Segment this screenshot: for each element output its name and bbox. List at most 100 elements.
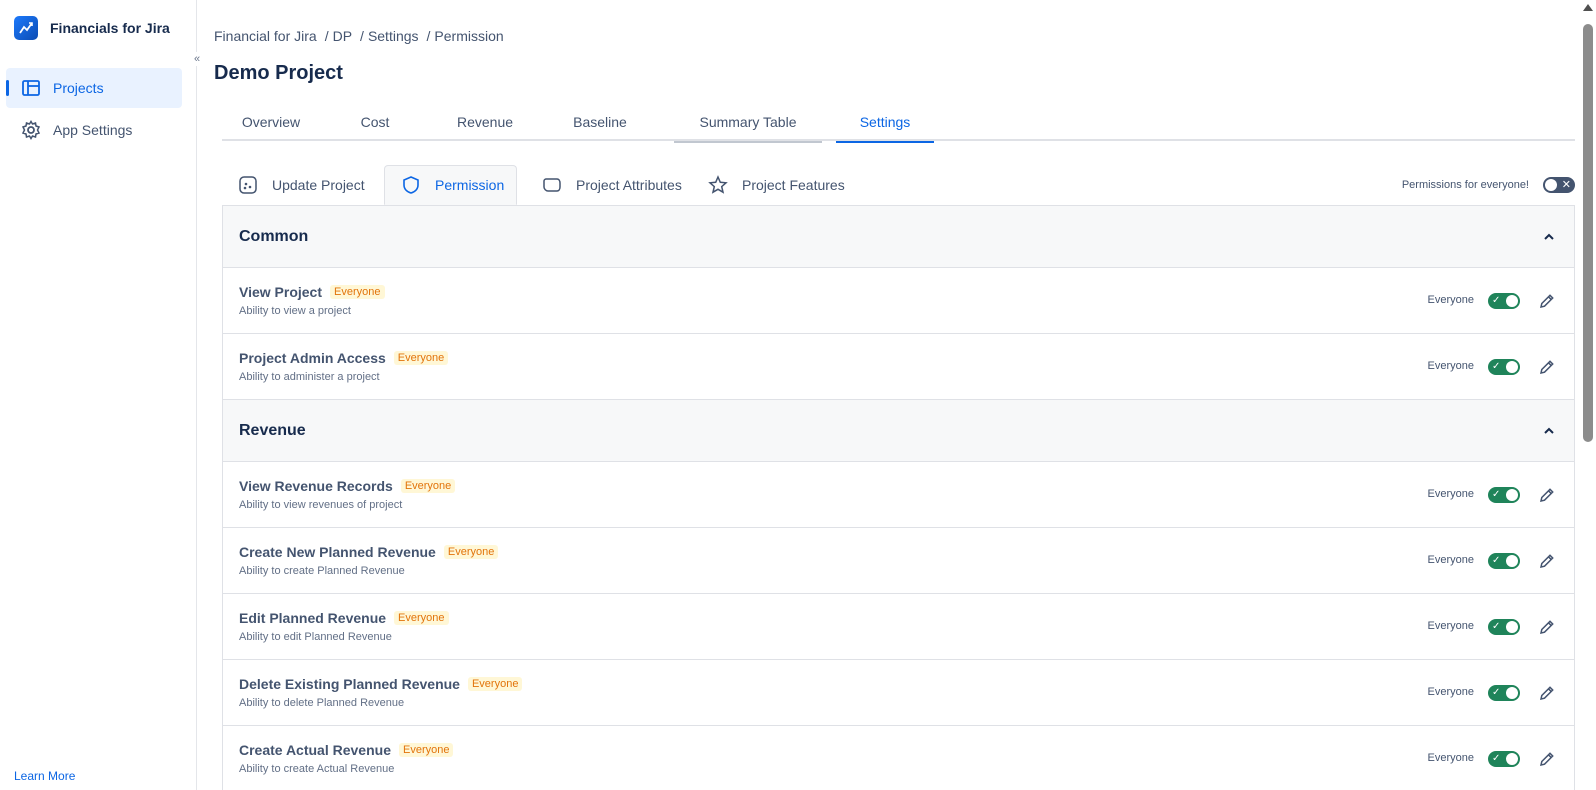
pencil-icon[interactable] [1538,552,1556,570]
breadcrumb-separator: / [426,28,431,44]
permission-row: View Revenue Records Everyone Ability to … [223,462,1574,528]
permission-description: Ability to create Actual Revenue [239,763,395,775]
app-logo-icon [14,16,38,40]
permission-row: Edit Planned Revenue Everyone Ability to … [223,594,1574,660]
permission-row: Create Actual Revenue Everyone Ability to… [223,726,1574,790]
permission-name: Create Actual Revenue [239,742,391,758]
section-header-revenue[interactable]: Revenue [223,400,1574,462]
permission-description: Ability to edit Planned Revenue [239,631,392,643]
breadcrumb: Financial for Jira / DP / Settings / Per… [214,28,504,44]
subtab-update-project[interactable]: Update Project [222,165,376,205]
breadcrumb-item[interactable]: DP [333,28,352,44]
permission-description: Ability to administer a project [239,371,380,383]
permission-description: Ability to view a project [239,305,351,317]
permission-toggle[interactable]: ✓ [1488,751,1520,767]
permission-row: Delete Existing Planned Revenue Everyone … [223,660,1574,726]
tab-baseline[interactable]: Baseline [546,114,654,141]
permission-assignee: Everyone [1427,294,1474,306]
table-icon [22,80,40,96]
pencil-icon[interactable] [1538,486,1556,504]
subtab-project-features[interactable]: Project Features [692,165,852,205]
tab-cost[interactable]: Cost [330,114,420,141]
permission-row: View Project Everyone Ability to view a p… [223,268,1574,334]
permission-description: Ability to delete Planned Revenue [239,697,405,709]
check-icon: ✓ [1492,489,1501,500]
breadcrumb-item[interactable]: Permission [434,28,503,44]
breadcrumb-item[interactable]: Financial for Jira [214,28,317,44]
scroll-up-arrow-icon[interactable] [1583,4,1593,11]
page-title: Demo Project [214,62,343,84]
check-icon: ✓ [1492,621,1501,632]
permission-name: Create New Planned Revenue [239,544,436,560]
pencil-icon[interactable] [1538,750,1556,768]
permission-name: Project Admin Access [239,350,386,366]
pencil-icon[interactable] [1538,358,1556,376]
permissions-panel: Common View Project Everyone Ability to v… [222,205,1575,790]
check-icon: ✓ [1492,687,1501,698]
settings-subtabs: Update Project Permission Project Attrib… [222,165,1575,205]
close-icon: ✕ [1561,179,1571,191]
everyone-badge: Everyone [398,743,454,757]
permissions-for-everyone-toggle[interactable]: ✕ [1543,177,1575,193]
subtab-label: Update Project [272,177,365,193]
permission-assignee: Everyone [1427,360,1474,372]
permission-row: Create New Planned Revenue Everyone Abili… [223,528,1574,594]
learn-more-link[interactable]: Learn More [14,769,75,783]
permissions-for-everyone-label: Permissions for everyone! [1401,179,1529,191]
subtab-label: Permission [435,177,505,193]
shield-icon [403,176,419,194]
breadcrumb-separator: / [360,28,364,44]
permission-toggle[interactable]: ✓ [1488,293,1520,309]
permission-assignee: Everyone [1427,620,1474,632]
star-icon [708,175,728,194]
pencil-icon[interactable] [1538,292,1556,310]
permission-row: Project Admin Access Everyone Ability to … [223,334,1574,400]
breadcrumb-separator: / [324,28,329,44]
section-header-common[interactable]: Common [223,206,1574,268]
gear-icon [21,120,41,140]
main-tabs: Overview Cost Revenue Baseline Summary T… [222,110,1575,143]
permission-name: View Project [239,284,323,300]
permission-toggle[interactable]: ✓ [1488,359,1520,375]
chevron-up-icon[interactable] [1542,424,1556,438]
everyone-badge: Everyone [400,479,456,493]
collapse-sidebar-icon[interactable]: « [190,52,204,66]
everyone-badge: Everyone [393,351,449,365]
permission-description: Ability to view revenues of project [239,499,403,511]
section-title: Revenue [239,422,306,439]
sidebar-item-app-settings[interactable]: App Settings [6,110,182,150]
permission-toggle[interactable]: ✓ [1488,553,1520,569]
sidebar: Financials for Jira « Projects App Setti… [0,0,204,790]
breadcrumb-item[interactable]: Settings [368,28,419,44]
everyone-badge: Everyone [443,545,499,559]
everyone-badge: Everyone [467,677,523,691]
permission-toggle[interactable]: ✓ [1488,487,1520,503]
chevron-up-icon[interactable] [1542,230,1556,244]
permission-name: Delete Existing Planned Revenue [239,676,460,692]
permission-description: Ability to create Planned Revenue [239,565,405,577]
subtab-label: Project Attributes [576,177,682,193]
scrollbar-thumb[interactable] [1583,24,1593,442]
pencil-icon[interactable] [1538,684,1556,702]
palette-icon [239,176,257,194]
tab-revenue[interactable]: Revenue [440,114,530,141]
brand[interactable]: Financials for Jira [14,16,170,40]
permission-assignee: Everyone [1427,686,1474,698]
permission-toggle[interactable]: ✓ [1488,619,1520,635]
tab-overview[interactable]: Overview [222,114,320,141]
tag-icon [543,178,561,192]
page-scrollbar[interactable] [1580,0,1596,790]
permission-assignee: Everyone [1427,488,1474,500]
app-name: Financials for Jira [50,20,170,36]
tab-summary-table[interactable]: Summary Table [674,114,822,143]
tab-settings[interactable]: Settings [836,114,934,143]
subtab-project-attributes[interactable]: Project Attributes [526,165,686,205]
permission-toggle[interactable]: ✓ [1488,685,1520,701]
section-title: Common [239,228,309,245]
everyone-badge: Everyone [394,611,449,625]
sidebar-item-projects[interactable]: Projects [6,68,182,108]
pencil-icon[interactable] [1538,618,1556,636]
subtab-permission[interactable]: Permission [384,165,517,205]
check-icon: ✓ [1492,361,1501,372]
sidebar-item-label: Projects [53,80,104,96]
